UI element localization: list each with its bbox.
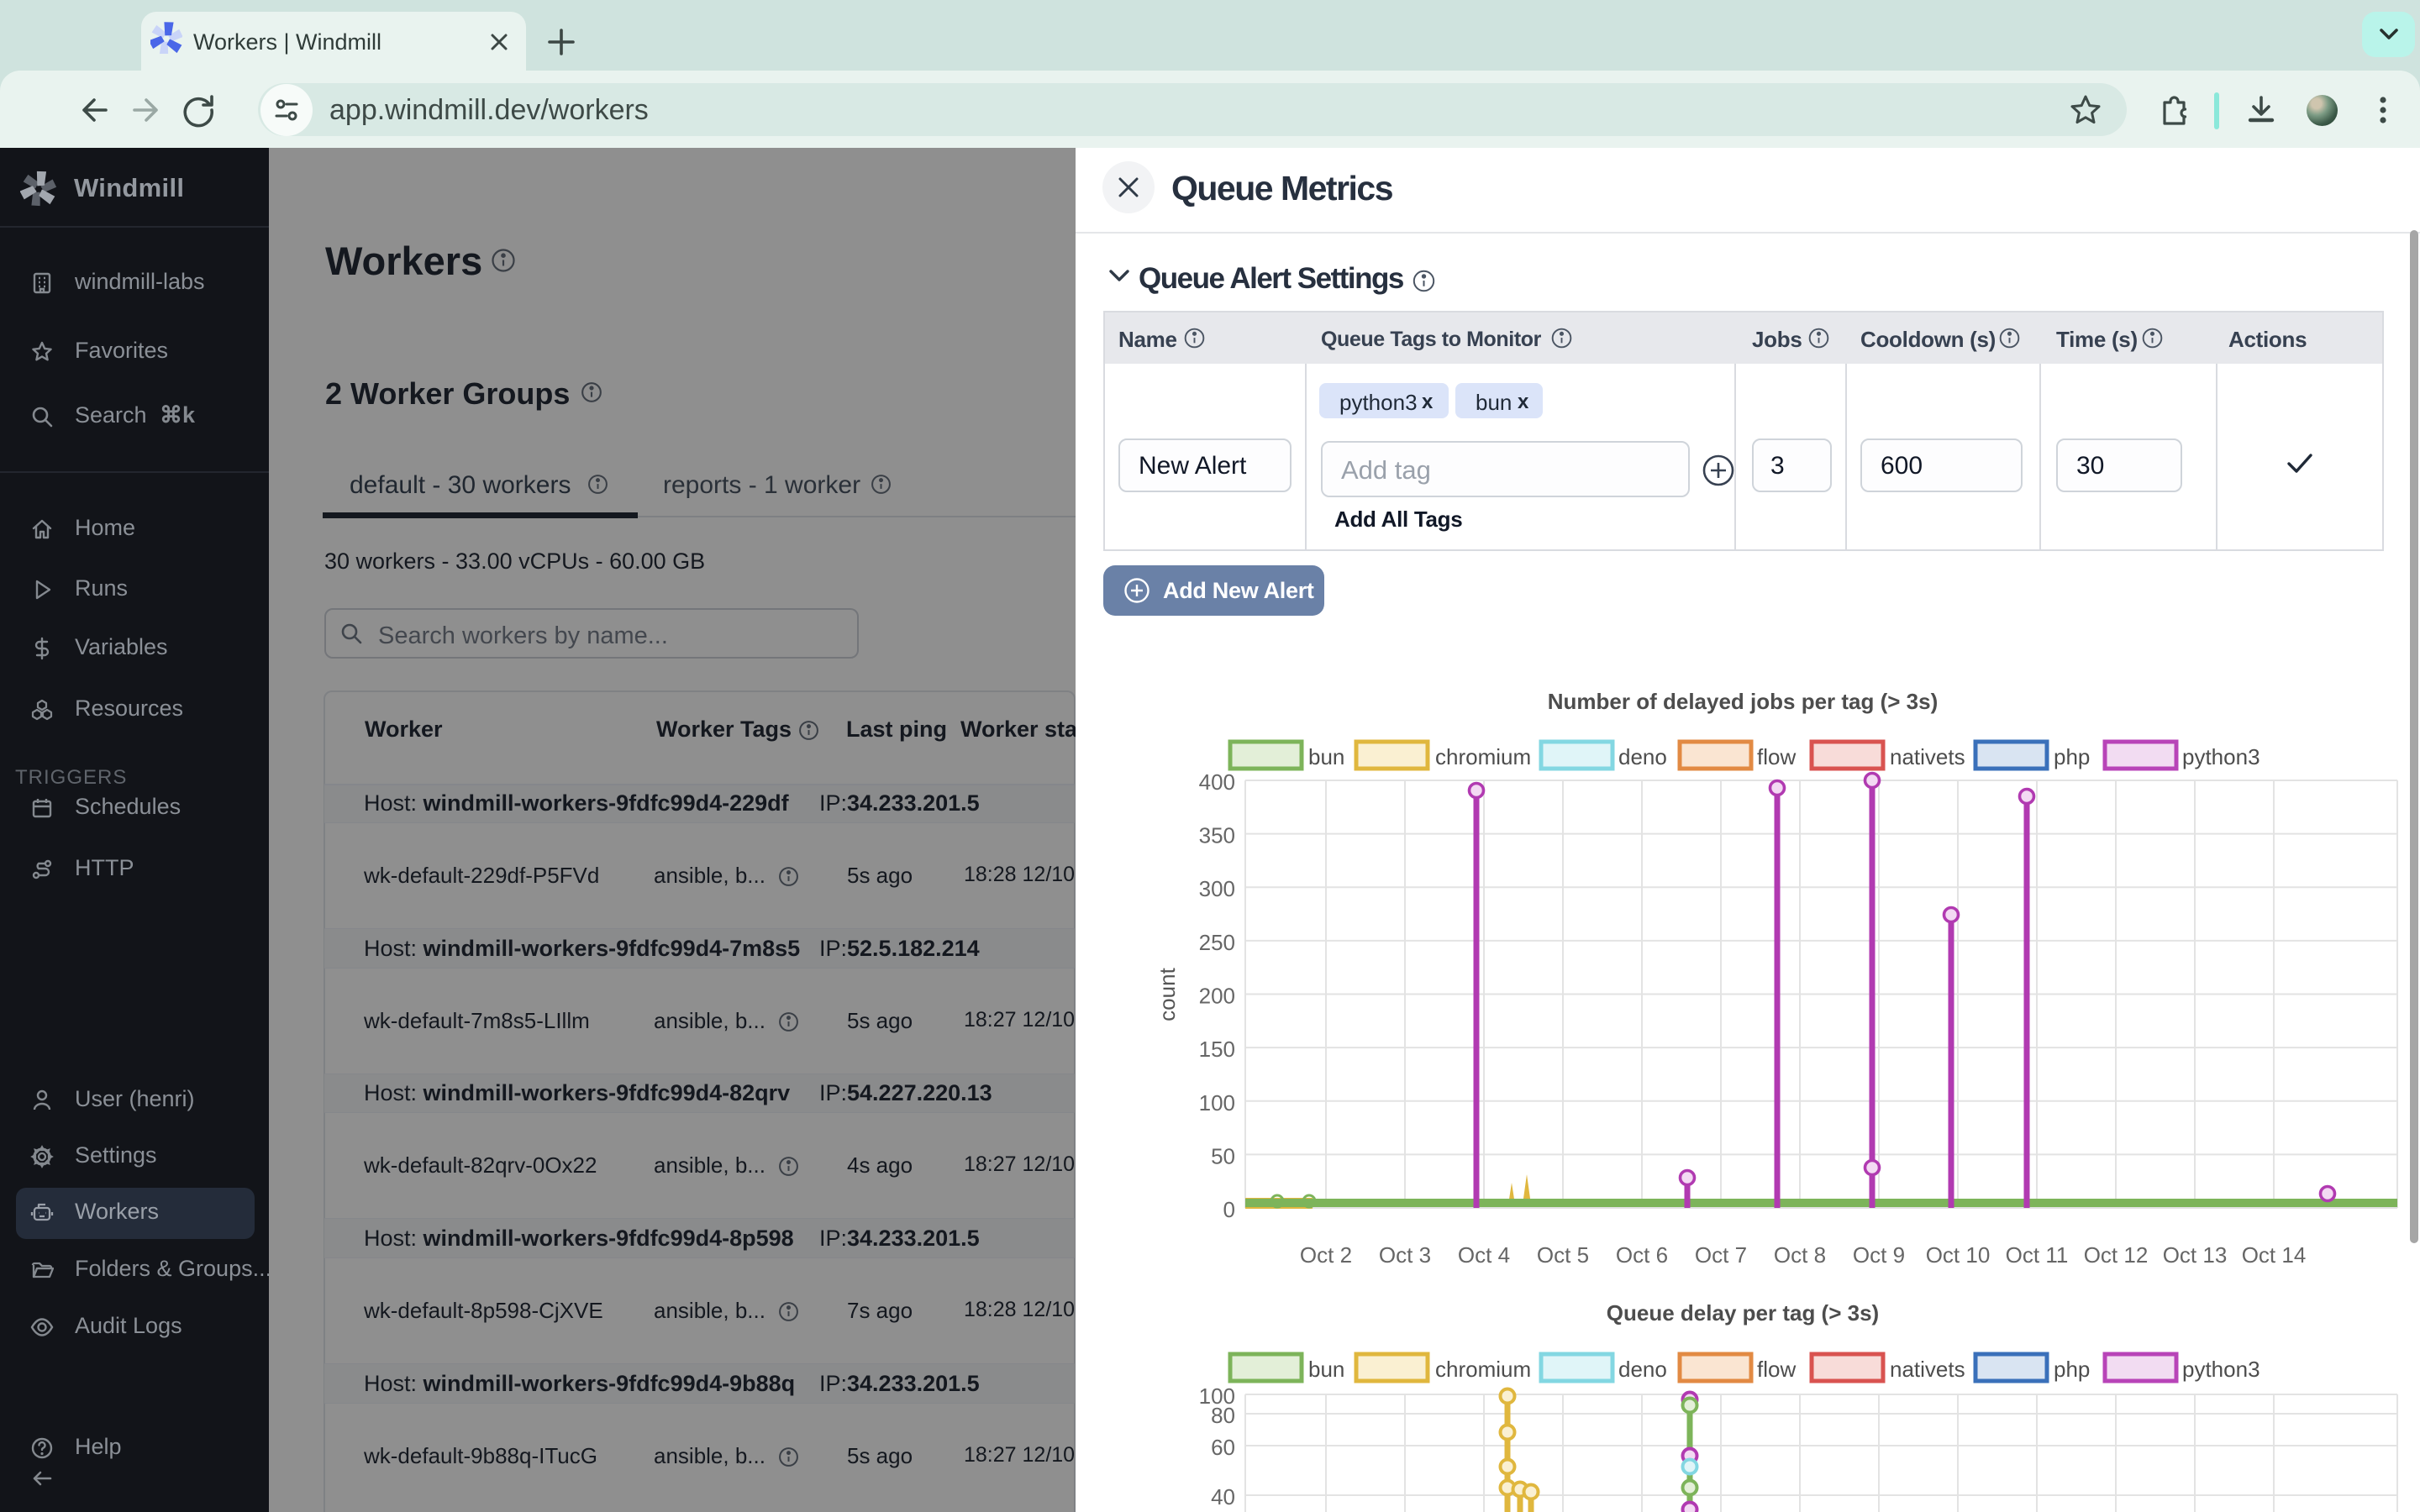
svg-text:60: 60 <box>1211 1435 1235 1460</box>
svg-text:Oct 13: Oct 13 <box>2163 1242 2228 1268</box>
svg-text:nativets: nativets <box>1890 1357 1965 1382</box>
svg-text:80: 80 <box>1211 1403 1235 1428</box>
svg-text:deno: deno <box>1618 744 1667 769</box>
svg-text:python3: python3 <box>2182 744 2260 769</box>
svg-text:nativets: nativets <box>1890 744 1965 769</box>
svg-text:300: 300 <box>1199 876 1235 901</box>
svg-text:flow: flow <box>1757 744 1796 769</box>
svg-text:php: php <box>2054 744 2090 769</box>
svg-text:40: 40 <box>1211 1484 1235 1509</box>
svg-text:Oct 5: Oct 5 <box>1537 1242 1589 1268</box>
svg-text:chromium: chromium <box>1435 744 1531 769</box>
svg-text:python3: python3 <box>2182 1357 2260 1382</box>
svg-text:Oct 4: Oct 4 <box>1458 1242 1510 1268</box>
svg-text:Queue delay per tag (> 3s): Queue delay per tag (> 3s) <box>1607 1300 1879 1326</box>
svg-text:0: 0 <box>1223 1197 1235 1222</box>
svg-text:350: 350 <box>1199 823 1235 848</box>
svg-text:400: 400 <box>1199 769 1235 795</box>
svg-text:flow: flow <box>1757 1357 1796 1382</box>
svg-text:chromium: chromium <box>1435 1357 1531 1382</box>
svg-text:Oct 10: Oct 10 <box>1926 1242 1991 1268</box>
svg-text:bun: bun <box>1308 744 1344 769</box>
svg-text:deno: deno <box>1618 1357 1667 1382</box>
svg-text:Oct 14: Oct 14 <box>2242 1242 2307 1268</box>
svg-text:Oct 6: Oct 6 <box>1616 1242 1668 1268</box>
svg-text:Oct 3: Oct 3 <box>1379 1242 1431 1268</box>
svg-text:200: 200 <box>1199 984 1235 1009</box>
svg-text:Oct 9: Oct 9 <box>1853 1242 1905 1268</box>
svg-text:bun: bun <box>1308 1357 1344 1382</box>
svg-text:250: 250 <box>1199 930 1235 955</box>
svg-text:Oct 7: Oct 7 <box>1695 1242 1747 1268</box>
svg-text:Oct 2: Oct 2 <box>1300 1242 1352 1268</box>
svg-text:Oct 12: Oct 12 <box>2084 1242 2149 1268</box>
svg-text:Oct 11: Oct 11 <box>2006 1242 2069 1268</box>
svg-text:Number of delayed jobs per tag: Number of delayed jobs per tag (> 3s) <box>1548 689 1939 714</box>
svg-text:php: php <box>2054 1357 2090 1382</box>
svg-text:Oct 8: Oct 8 <box>1774 1242 1826 1268</box>
svg-text:50: 50 <box>1211 1143 1235 1168</box>
svg-text:100: 100 <box>1199 1090 1235 1116</box>
svg-text:count: count <box>1155 967 1180 1021</box>
svg-text:150: 150 <box>1199 1037 1235 1062</box>
